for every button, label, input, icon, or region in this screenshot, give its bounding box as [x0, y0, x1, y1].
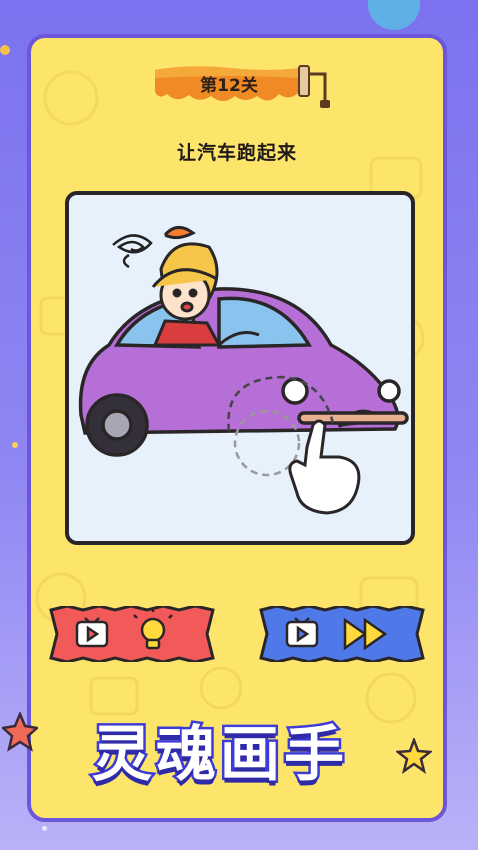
pointing-hand-icon: [288, 419, 361, 515]
car: [78, 287, 409, 457]
decor-dot: [12, 442, 18, 448]
decor-blob: [368, 0, 420, 30]
level-banner: 第12关: [155, 62, 330, 108]
car-illustration: [78, 226, 409, 515]
girl-driver: [151, 226, 222, 347]
decor-dot: [0, 45, 10, 55]
star-icon: [396, 738, 432, 774]
dizzy-swirl-icon: [112, 234, 153, 269]
tv-icon: [285, 617, 319, 648]
task-title: 让汽车跑起来: [176, 142, 297, 164]
decor-dot: [42, 826, 47, 831]
star-icon: [2, 712, 38, 752]
game-logo: 灵魂画手: [60, 700, 400, 793]
hint-button[interactable]: [49, 604, 215, 664]
logo-text: 灵魂画手: [90, 718, 348, 793]
puzzle-scene[interactable]: [65, 191, 415, 545]
tv-icon: [75, 617, 109, 648]
skip-button[interactable]: [259, 604, 425, 664]
level-label: 第12关: [200, 76, 258, 96]
